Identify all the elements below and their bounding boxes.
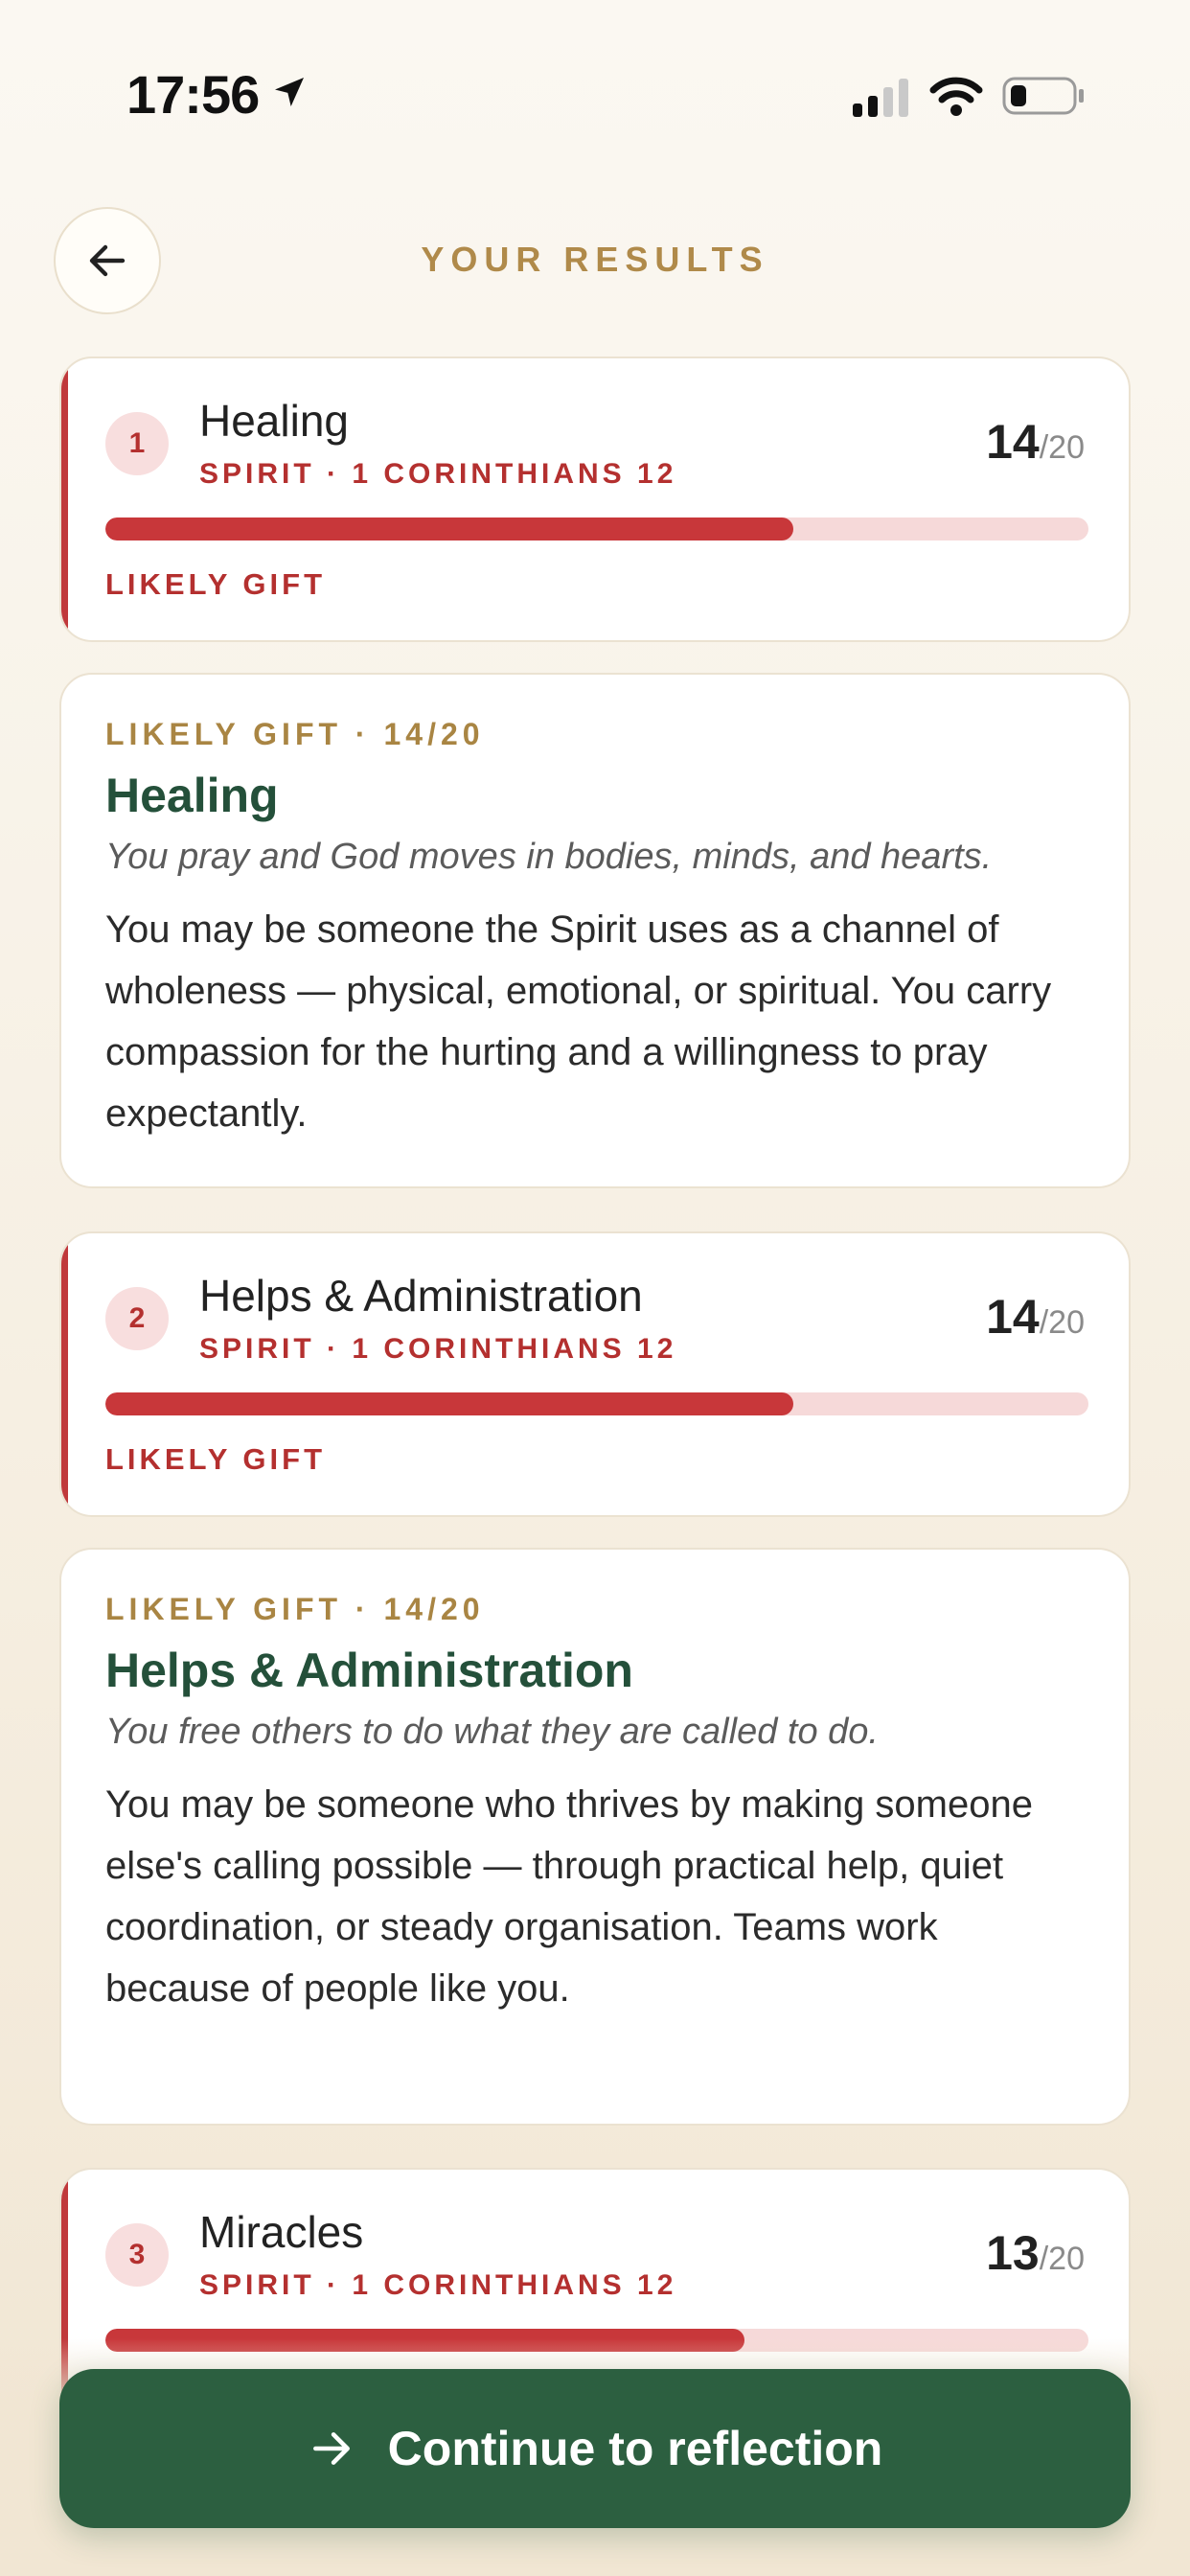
detail-eyebrow: LIKELY GIFT · 14/20 — [105, 717, 485, 751]
gift-name: Miracles — [199, 2207, 364, 2257]
continue-button[interactable]: Continue to reflection — [59, 2369, 1131, 2528]
rank-badge: 2 — [105, 1287, 169, 1350]
gift-reference: SPIRIT · 1 CORINTHIANS 12 — [199, 2269, 677, 2301]
wifi-icon — [929, 77, 983, 116]
status-time: 17:56 — [126, 64, 260, 125]
likely-gift-label: LIKELY GIFT — [105, 1442, 327, 1476]
gift-score: 13/20 — [986, 2226, 1085, 2280]
gift-reference: SPIRIT · 1 CORINTHIANS 12 — [199, 1333, 677, 1365]
location-arrow-icon — [275, 78, 304, 106]
detail-tagline: You free others to do what they are call… — [105, 1712, 879, 1752]
cellular-signal-icon — [853, 79, 908, 117]
detail-tagline: You pray and God moves in bodies, minds,… — [105, 837, 993, 877]
gift-reference: SPIRIT · 1 CORINTHIANS 12 — [199, 458, 677, 490]
gift-detail-card: LIKELY GIFT · 14/20 Helps & Administrati… — [59, 1548, 1131, 2126]
gift-score: 14/20 — [986, 415, 1085, 469]
detail-title: Helps & Administration — [105, 1644, 633, 1697]
battery-icon — [1002, 77, 1084, 115]
gift-name: Healing — [199, 396, 349, 446]
score-bar-fill — [105, 518, 794, 540]
score-bar — [105, 518, 1088, 540]
gift-detail-card: LIKELY GIFT · 14/20 Healing You pray and… — [59, 673, 1131, 1188]
detail-title: Healing — [105, 769, 279, 822]
result-card[interactable]: 1 Healing SPIRIT · 1 CORINTHIANS 12 14/2… — [59, 356, 1131, 642]
likely-gift-label: LIKELY GIFT — [105, 567, 327, 601]
gift-name: Helps & Administration — [199, 1271, 643, 1321]
score-bar-fill — [105, 1392, 794, 1415]
arrow-right-icon — [312, 2432, 350, 2465]
detail-eyebrow: LIKELY GIFT · 14/20 — [105, 1592, 485, 1626]
rank-badge: 1 — [105, 412, 169, 475]
detail-body: You may be someone the Spirit uses as a … — [105, 908, 1052, 1135]
rank-badge: 3 — [105, 2223, 169, 2287]
page-title: YOUR RESULTS — [421, 240, 769, 279]
status-bar: 17:56 — [0, 0, 1190, 144]
detail-body: You may be someone who thrives by making… — [105, 1783, 1033, 2010]
result-card[interactable]: 2 Helps & Administration SPIRIT · 1 CORI… — [59, 1231, 1131, 1517]
continue-label: Continue to reflection — [387, 2422, 883, 2475]
score-bar — [105, 1392, 1088, 1415]
gift-score: 14/20 — [986, 1290, 1085, 1344]
